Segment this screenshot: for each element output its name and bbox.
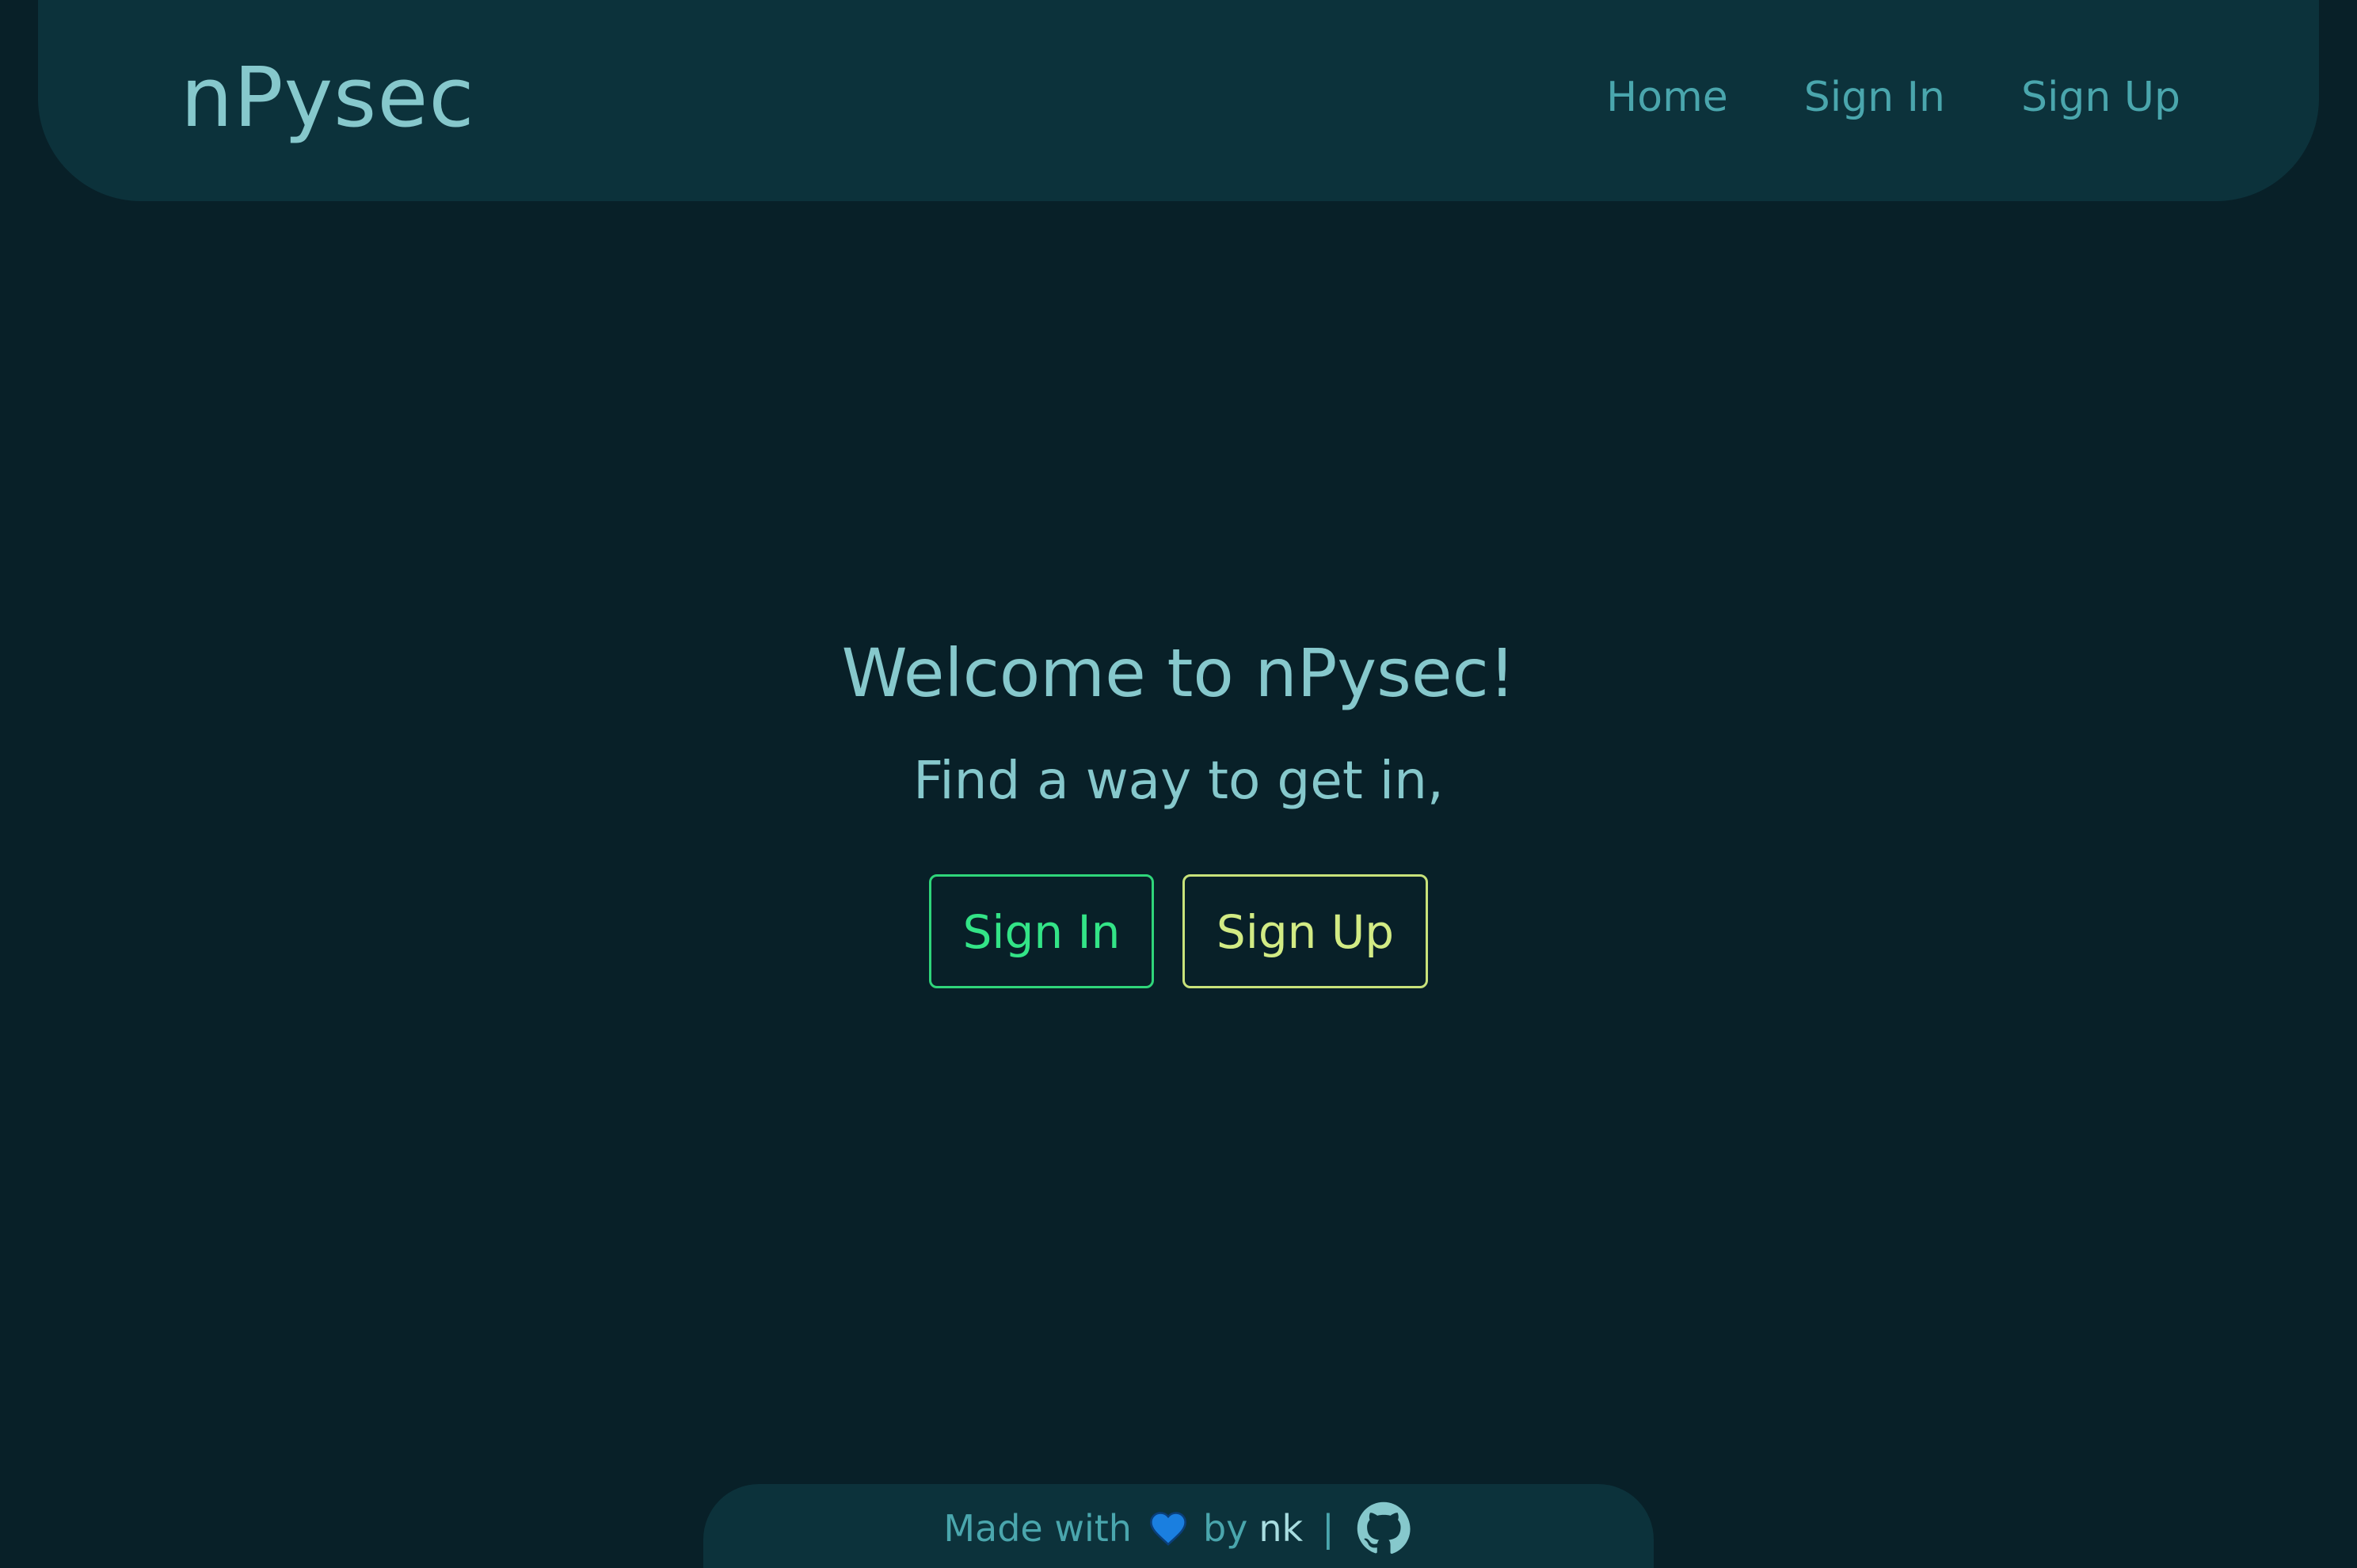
footer-separator: | [1322, 1507, 1335, 1550]
nav-home-link[interactable]: Home [1606, 70, 1728, 125]
footer: Made with by nk | [703, 1484, 1654, 1568]
brand-logo-link[interactable]: nPysec [181, 46, 475, 149]
footer-author: nk [1258, 1507, 1304, 1550]
hero-buttons: Sign In Sign Up [0, 874, 2357, 988]
navbar: nPysec Home Sign In Sign Up [38, 0, 2319, 201]
github-icon[interactable] [1354, 1498, 1414, 1558]
signin-button[interactable]: Sign In [929, 874, 1154, 988]
footer-by: by [1202, 1507, 1248, 1550]
footer-made-with: Made with [943, 1507, 1132, 1550]
nav-links: Home Sign In Sign Up [1606, 70, 2180, 125]
nav-signin-link[interactable]: Sign In [1804, 70, 1945, 125]
signup-button[interactable]: Sign Up [1182, 874, 1428, 988]
nav-signup-link[interactable]: Sign Up [2021, 70, 2180, 125]
page: nPysec Home Sign In Sign Up Welcome to n… [0, 0, 2357, 1568]
blue-heart-icon [1149, 1512, 1186, 1546]
hero-section: Welcome to nPysec! Find a way to get in,… [0, 626, 2357, 988]
hero-subtitle: Find a way to get in, [913, 750, 1444, 811]
hero-title: Welcome to nPysec! [841, 634, 1516, 712]
